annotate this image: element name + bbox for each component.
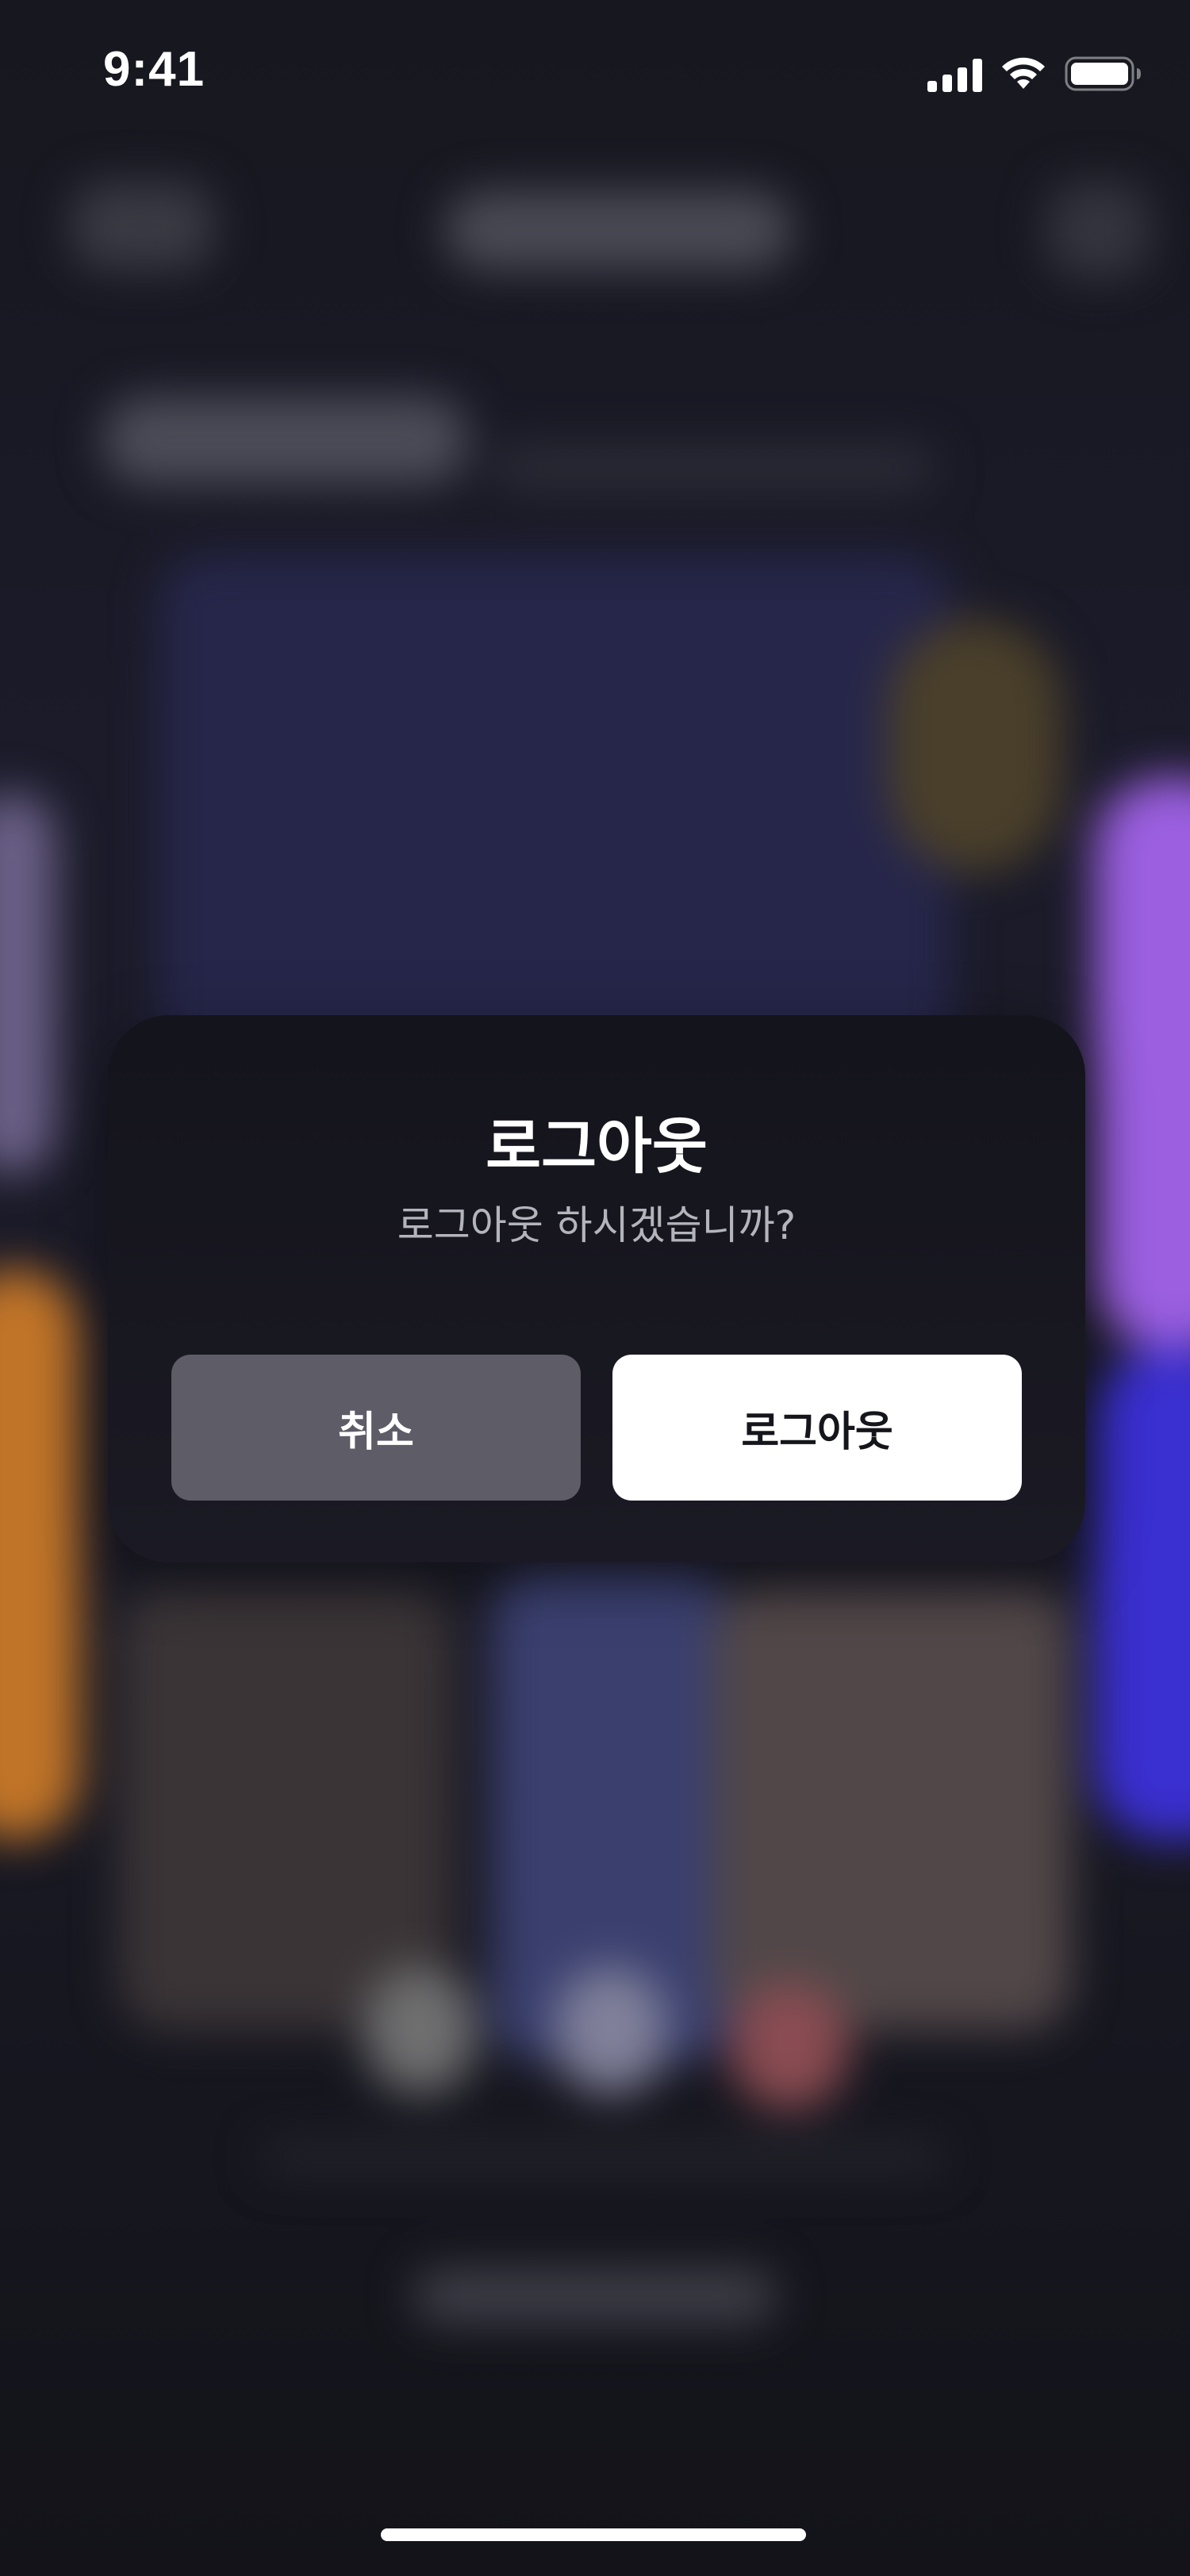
dialog-button-row: 취소 로그아웃: [171, 1355, 1022, 1501]
status-time: 9:41: [103, 42, 205, 97]
background-blob: [1047, 182, 1150, 278]
background-blob: [365, 1967, 476, 2094]
cancel-button[interactable]: 취소: [171, 1355, 581, 1501]
logout-screen: 9:41 로그아웃 로그아웃 하시겠습니까? 취소 로그아웃: [0, 0, 1190, 2576]
background-blob: [444, 190, 793, 270]
background-blob: [103, 397, 468, 484]
wifi-icon: [1000, 56, 1047, 92]
background-blob: [413, 2268, 777, 2324]
background-blob: [1095, 777, 1190, 1348]
status-bar: 9:41: [0, 0, 1190, 143]
logout-dialog: 로그아웃 로그아웃 하시겠습니까? 취소 로그아웃: [108, 1015, 1085, 1562]
dialog-message: 로그아웃 하시겠습니까?: [397, 1202, 797, 1248]
background-blob: [0, 1269, 79, 1840]
background-blob: [714, 1586, 1071, 2030]
background-blob: [555, 1967, 666, 2094]
background-blob: [492, 444, 936, 492]
dialog-title: 로그아웃: [486, 1111, 708, 1182]
cellular-signal-icon: [927, 57, 982, 92]
background-blob: [1095, 1348, 1190, 1840]
background-blob: [730, 1983, 849, 2110]
battery-icon: [1065, 56, 1142, 92]
background-blob: [262, 2141, 944, 2173]
background-blob: [71, 182, 214, 270]
home-indicator[interactable]: [381, 2528, 806, 2541]
background-blob: [119, 1586, 452, 2030]
background-blob: [0, 793, 56, 1174]
status-icons: [927, 52, 1142, 92]
logout-confirm-button[interactable]: 로그아웃: [612, 1355, 1022, 1501]
background-blob: [889, 619, 1063, 872]
